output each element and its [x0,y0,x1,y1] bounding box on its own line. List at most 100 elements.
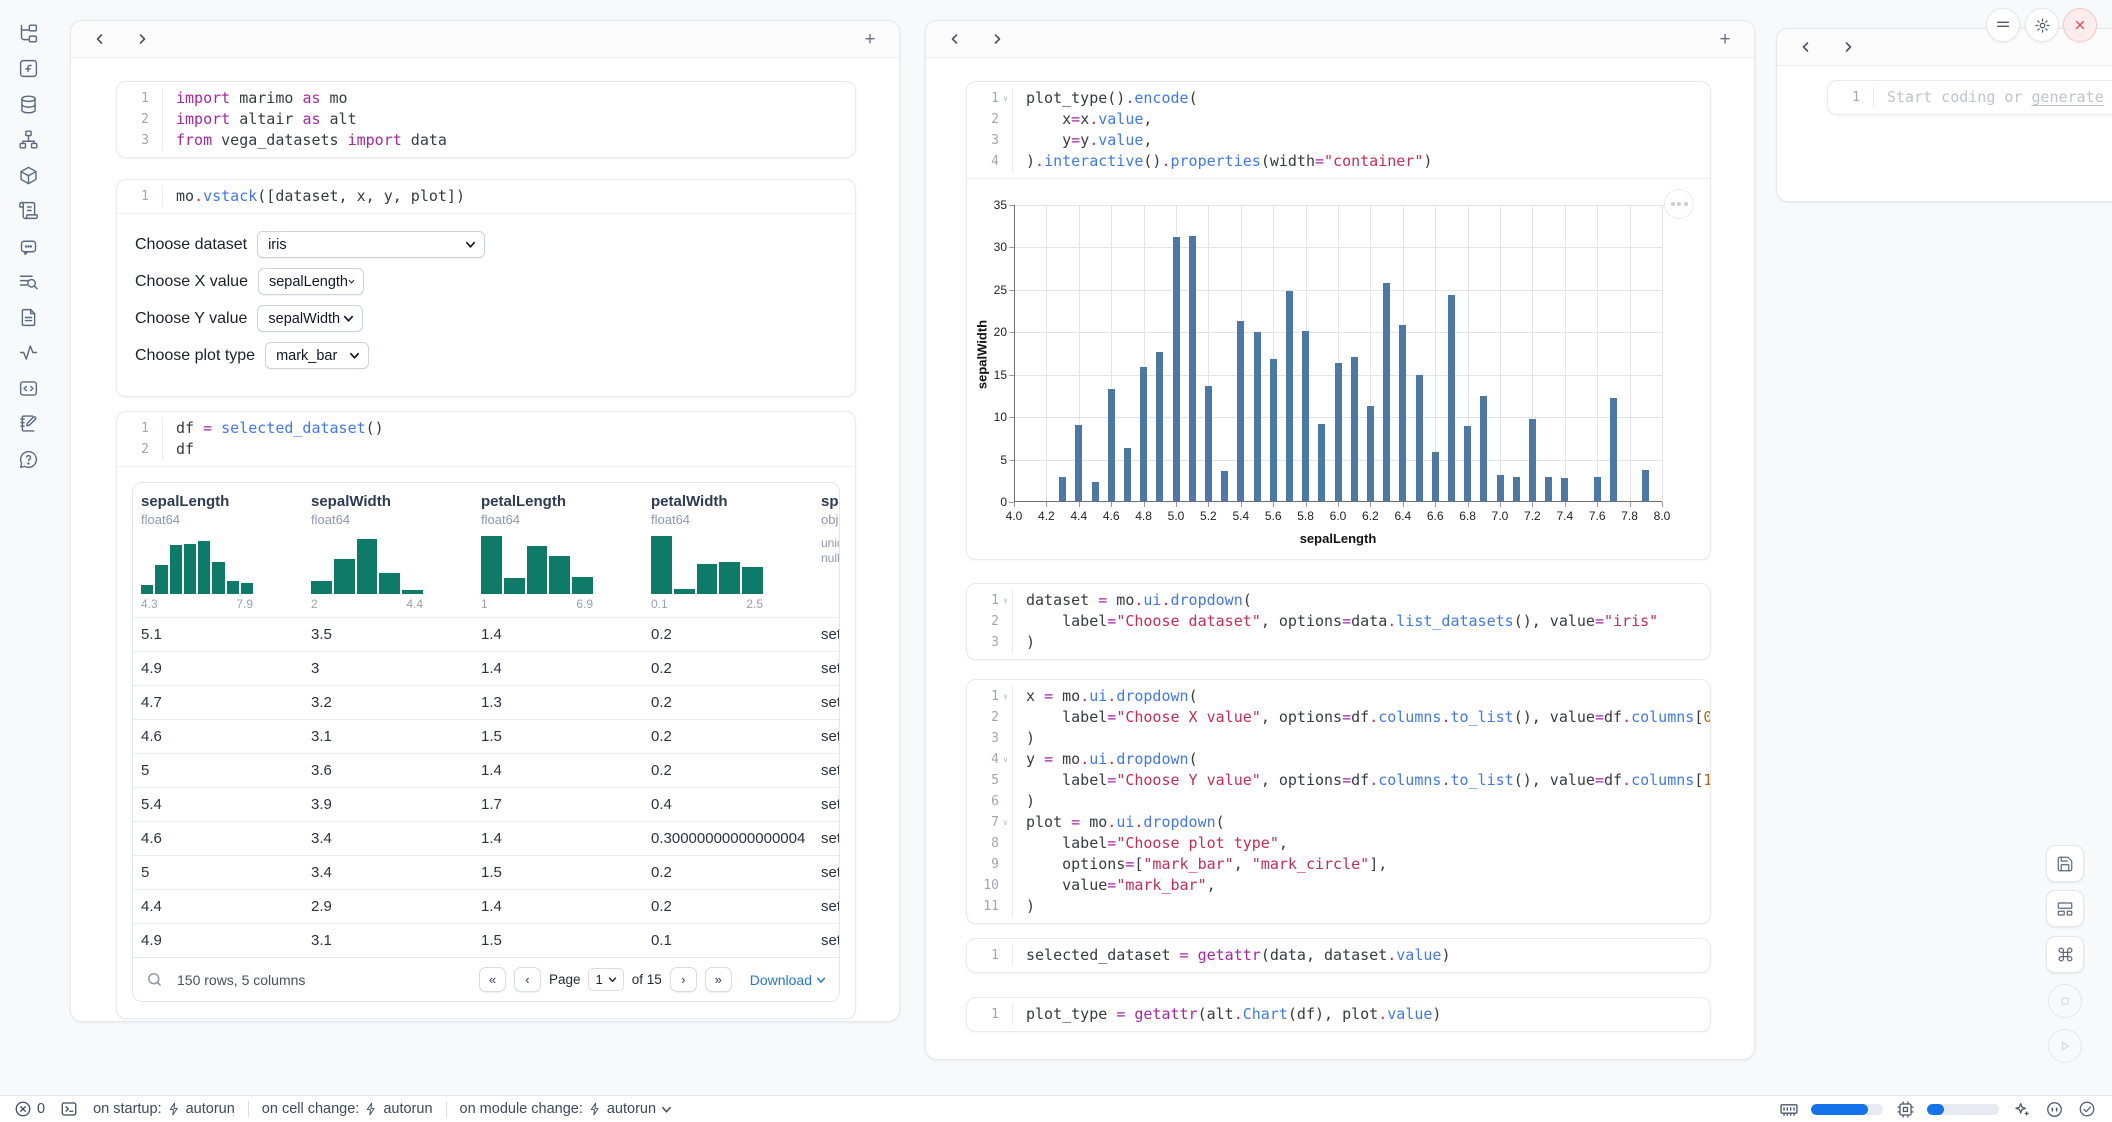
search-icon[interactable] [146,971,163,988]
x-tick-label: 5.2 [1191,509,1225,523]
page-select[interactable]: 1 [588,968,623,991]
column-next-icon[interactable] [984,27,1010,51]
code-editor-plottype[interactable]: 1plot_type = getattr(alt.Chart(df), plot… [967,998,1710,1031]
connection-status-icon[interactable] [2076,1098,2098,1120]
prev-page-button[interactable]: ‹ [514,967,541,992]
bolt-icon [167,1102,181,1116]
table-header-row: sepalLengthfloat644.37.9sepalWidthfloat6… [133,483,839,617]
code-editor-plot[interactable]: 1∨plot_type().encode(2 x=x.value,3 y=y.v… [967,82,1710,178]
copilot-icon[interactable] [2043,1098,2065,1120]
chart-menu-icon[interactable] [1664,189,1694,219]
error-count-badge[interactable]: 0 [14,1100,45,1118]
runtime-config-segment[interactable]: on cell change:autorun [262,1101,433,1117]
close-icon[interactable] [2063,8,2097,42]
settings-gear-icon[interactable] [2025,8,2059,42]
activity-icon[interactable] [17,342,39,364]
column-header-petalLength[interactable]: petalLengthfloat6416.9 [473,483,643,617]
table-row[interactable]: 4.931.40.2setosa [133,651,839,685]
code-editor-xyplot[interactable]: 1∨x = mo.ui.dropdown(2 label="Choose X v… [967,680,1710,923]
x-tick-label: 4.0 [997,509,1031,523]
fold-icon[interactable]: ∨ [999,686,1012,707]
column-prev-icon[interactable] [87,27,113,51]
notebook-column-1: + 1import marimo as mo2import altair as … [70,20,900,1022]
code-line: 1selected_dataset = getattr(data, datase… [967,945,1710,966]
code-editor-imports[interactable]: 1import marimo as mo2import altair as al… [117,82,855,157]
dependency-graph-icon[interactable] [17,129,39,151]
code-line: 3) [967,632,1710,653]
column-header-petalWidth[interactable]: petalWidthfloat640.12.5 [643,483,813,617]
column-header-sepalLength[interactable]: sepalLengthfloat644.37.9 [133,483,303,617]
dropdown-choose-dataset[interactable]: iris [257,231,485,258]
layout-button[interactable] [2046,890,2084,927]
file-tree-icon[interactable] [17,22,39,44]
help-icon[interactable] [17,448,39,470]
search-list-icon[interactable] [17,271,39,293]
table-row[interactable]: 4.42.91.40.2setosa [133,889,839,923]
column-header-sepalWidth[interactable]: sepalWidthfloat6424.4 [303,483,473,617]
x-tick-label: 5.6 [1256,509,1290,523]
run-button[interactable] [2048,1029,2082,1063]
scratchpad-icon[interactable] [17,413,39,435]
runtime-config-segment[interactable]: on module change:autorun [460,1101,673,1117]
code-snippet-icon[interactable] [17,377,39,399]
cell-xy-plot-dropdowns: 1∨x = mo.ui.dropdown(2 label="Choose X v… [966,679,1711,924]
download-button[interactable]: Download [750,972,826,988]
add-cell-button[interactable]: + [1712,27,1738,51]
ai-sparkles-icon[interactable] [2010,1098,2032,1120]
x-tick-label: 5.8 [1289,509,1323,523]
code-editor-dataset[interactable]: 1∨dataset = mo.ui.dropdown(2 label="Choo… [967,584,1710,659]
x-tick-label: 8.0 [1645,509,1679,523]
code-line: 1∨dataset = mo.ui.dropdown( [967,590,1710,611]
dropdown-choose-x-value[interactable]: sepalLength [258,268,364,295]
table-row[interactable]: 4.63.11.50.2setosa [133,719,839,753]
terminal-icon[interactable] [58,1098,80,1120]
database-icon[interactable] [17,93,39,115]
fold-icon[interactable]: ∨ [999,812,1012,833]
first-page-button[interactable]: « [479,967,506,992]
dropdown-choose-plot-type[interactable]: mark_bar [265,342,369,369]
table-body: 5.13.51.40.2setosa4.931.40.2setosa4.73.2… [133,617,839,957]
column-next-icon[interactable] [1835,35,1861,59]
code-editor-df[interactable]: 1df = selected_dataset()2df [117,412,855,466]
fold-icon[interactable]: ∨ [999,88,1012,109]
scroll-icon[interactable] [17,200,39,222]
column-prev-icon[interactable] [1793,35,1819,59]
package-icon[interactable] [17,164,39,186]
cell-plot: 1∨plot_type().encode(2 x=x.value,3 y=y.v… [966,81,1711,560]
fold-icon[interactable]: ∨ [999,749,1012,770]
table-row[interactable]: 53.61.40.2setosa [133,753,839,787]
notebook-menu-button[interactable] [1986,8,2020,42]
document-icon[interactable] [17,306,39,328]
last-page-button[interactable]: » [705,967,732,992]
dataframe-table: sepalLengthfloat644.37.9sepalWidthfloat6… [132,482,840,1002]
table-row[interactable]: 4.73.21.30.2setosa [133,685,839,719]
table-row[interactable]: 4.93.11.50.1setosa [133,923,839,957]
runtime-config-segment[interactable]: on startup:autorun [93,1101,235,1117]
column-next-icon[interactable] [129,27,155,51]
x-tick-label: 7.6 [1580,509,1614,523]
fold-icon[interactable]: ∨ [999,590,1012,611]
code-editor-selected[interactable]: 1selected_dataset = getattr(data, datase… [967,939,1710,972]
table-row[interactable]: 4.63.41.40.30000000000000004setosa [133,821,839,855]
chat-bot-icon[interactable] [17,235,39,257]
save-button[interactable] [2046,845,2084,882]
table-footer: 150 rows, 5 columns « ‹ Page 1 of 15 › »… [133,957,839,1001]
column-prev-icon[interactable] [942,27,968,51]
command-palette-button[interactable] [2046,936,2084,973]
empty-code-editor[interactable]: 1 Start coding or generate with AI [1828,81,2112,114]
stop-button[interactable] [2048,984,2082,1018]
control-row: Choose datasetiris [135,231,837,258]
dropdown-choose-y-value[interactable]: sepalWidth [257,305,363,332]
x-tick-label: 4.2 [1029,509,1063,523]
next-page-button[interactable]: › [670,967,697,992]
add-cell-button[interactable]: + [857,27,883,51]
table-row[interactable]: 5.43.91.70.4setosa [133,787,839,821]
table-row[interactable]: 5.13.51.40.2setosa [133,617,839,651]
code-editor-vstack[interactable]: 1mo.vstack([dataset, x, y, plot]) [117,180,855,213]
function-square-icon[interactable] [17,58,39,80]
code-line: 1df = selected_dataset() [117,418,855,439]
column-header-species[interactable]: speciesobjectunique:nulls: [813,483,840,617]
plot-area[interactable] [1014,205,1662,502]
table-row[interactable]: 53.41.50.2setosa [133,855,839,889]
cpu-icon [1894,1098,1916,1120]
